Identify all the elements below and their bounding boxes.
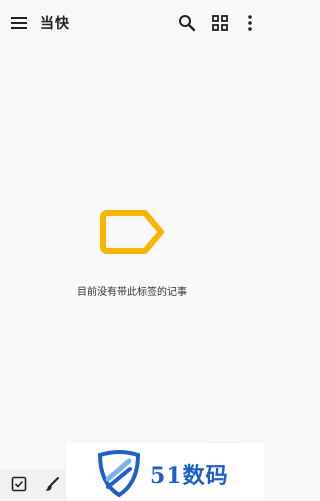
grid-view-icon[interactable] bbox=[208, 11, 232, 35]
more-vert-icon[interactable] bbox=[238, 11, 262, 35]
search-icon[interactable] bbox=[175, 11, 199, 35]
empty-message: 目前没有带此标签的记事 bbox=[77, 287, 187, 298]
watermark-text: 51数码 bbox=[150, 463, 229, 489]
new-drawing-icon[interactable] bbox=[43, 475, 61, 493]
page-title: 当快 bbox=[40, 16, 70, 32]
new-list-icon[interactable] bbox=[10, 475, 28, 493]
label-icon bbox=[99, 208, 167, 256]
watermark: 51数码 bbox=[66, 443, 264, 500]
hamburger-menu-icon[interactable] bbox=[7, 11, 31, 35]
watermark-shield-logo bbox=[96, 449, 142, 498]
top-app-bar: 当快 bbox=[0, 0, 264, 46]
